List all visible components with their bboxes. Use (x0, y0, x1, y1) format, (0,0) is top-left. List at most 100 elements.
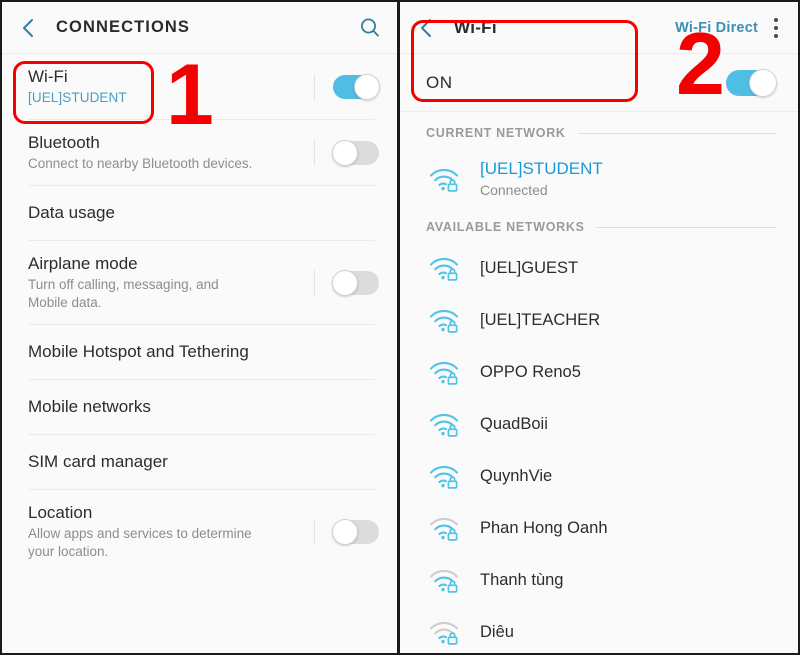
wifi-secured-icon (428, 164, 460, 194)
back-arrow-icon[interactable] (414, 15, 440, 41)
connections-appbar: CONNECTIONS (2, 2, 397, 54)
row-texts: Airplane mode Turn off calling, messagin… (28, 241, 298, 324)
section-header-label: AVAILABLE NETWORKS (426, 220, 585, 234)
network-row[interactable]: QuadBoii (400, 398, 798, 450)
row-texts: Mobile Hotspot and Tethering (28, 329, 379, 375)
wifi-secured-icon (428, 305, 460, 335)
section-header-current-network: CURRENT NETWORK (400, 118, 798, 148)
wifi-appbar: Wi-Fi Wi-Fi Direct (400, 2, 798, 54)
toggle-knob (354, 73, 380, 100)
toggle-knob (332, 269, 358, 296)
airplane-mode-toggle[interactable] (332, 269, 379, 296)
network-row[interactable]: Thanh tùng (400, 554, 798, 606)
wifi-secured-icon (428, 461, 460, 491)
network-name: [UEL]TEACHER (480, 311, 601, 329)
section-rule (596, 226, 776, 228)
row-subtitle: Connect to nearby Bluetooth devices. (28, 156, 253, 171)
network-texts: [UEL]GUEST (480, 251, 778, 285)
network-name: QuadBoii (480, 415, 548, 433)
row-title: Location (28, 503, 93, 522)
settings-row-airplane-mode[interactable]: Airplane mode Turn off calling, messagin… (2, 241, 397, 324)
toggle-area (298, 73, 380, 100)
bluetooth-toggle[interactable] (332, 139, 379, 166)
toggle-knob (332, 139, 358, 166)
settings-row-bluetooth[interactable]: Bluetooth Connect to nearby Bluetooth de… (2, 120, 397, 185)
row-title: Mobile networks (28, 397, 151, 416)
connections-screen: CONNECTIONS Wi-Fi [UEL]STUDENT Bluetooth… (2, 2, 400, 653)
settings-row-mobile-hotspot[interactable]: Mobile Hotspot and Tethering (2, 325, 397, 379)
back-arrow-icon[interactable] (16, 15, 42, 41)
wifi-toggle[interactable] (333, 73, 380, 100)
settings-row-wifi[interactable]: Wi-Fi [UEL]STUDENT (2, 54, 397, 119)
connections-list: Wi-Fi [UEL]STUDENT Bluetooth Connect to … (2, 54, 397, 573)
toggle-separator (314, 73, 315, 100)
search-icon[interactable] (357, 15, 383, 41)
page-title: Wi-Fi (454, 17, 497, 37)
network-row-current[interactable]: [UEL]STUDENT Connected (400, 148, 798, 210)
network-row[interactable]: OPPO Reno5 (400, 346, 798, 398)
row-texts: Bluetooth Connect to nearby Bluetooth de… (28, 120, 298, 185)
settings-row-data-usage[interactable]: Data usage (2, 186, 397, 240)
row-texts: Data usage (28, 190, 379, 236)
network-row[interactable]: [UEL]TEACHER (400, 294, 798, 346)
network-texts: Phan Hong Oanh (480, 511, 778, 545)
dual-screenshot-container: CONNECTIONS Wi-Fi [UEL]STUDENT Bluetooth… (0, 0, 800, 655)
row-title: Bluetooth (28, 133, 100, 152)
wifi-secured-icon (428, 513, 460, 543)
row-subtitle: [UEL]STUDENT (28, 90, 127, 105)
wifi-secured-icon (428, 409, 460, 439)
row-subtitle: Turn off calling, messaging, and Mobile … (28, 277, 219, 310)
wifi-secured-icon (428, 617, 460, 647)
wifi-secured-icon (428, 253, 460, 283)
row-texts: Location Allow apps and services to dete… (28, 490, 298, 573)
location-toggle[interactable] (332, 518, 379, 545)
row-title: Mobile Hotspot and Tethering (28, 342, 249, 361)
wifi-secured-icon (428, 565, 460, 595)
network-name: OPPO Reno5 (480, 363, 581, 381)
wifi-power-label: ON (426, 72, 453, 92)
network-name: QuynhVie (480, 467, 553, 485)
network-texts: Diêu (480, 615, 778, 649)
network-texts: QuadBoii (480, 407, 778, 441)
row-title: SIM card manager (28, 452, 168, 471)
wifi-power-row: ON (400, 54, 798, 112)
toggle-knob (749, 68, 777, 97)
network-row[interactable]: QuynhVie (400, 450, 798, 502)
toggle-area (298, 139, 379, 166)
toggle-separator (314, 139, 315, 166)
row-title: Airplane mode (28, 254, 138, 273)
network-name: Thanh tùng (480, 571, 564, 589)
row-texts: Mobile networks (28, 384, 379, 430)
network-status: Connected (480, 182, 548, 198)
settings-row-location[interactable]: Location Allow apps and services to dete… (2, 490, 397, 573)
section-rule (577, 132, 776, 134)
network-texts: Thanh tùng (480, 563, 778, 597)
network-name: [UEL]GUEST (480, 259, 579, 277)
network-row[interactable]: Phan Hong Oanh (400, 502, 798, 554)
wifi-secured-icon (428, 357, 460, 387)
wifi-direct-button[interactable]: Wi-Fi Direct (675, 20, 758, 36)
settings-row-sim-card-manager[interactable]: SIM card manager (2, 435, 397, 489)
row-title: Wi-Fi (28, 67, 68, 86)
wifi-screen: Wi-Fi Wi-Fi Direct ON CURRENT NETWORK [U… (400, 2, 798, 653)
toggle-separator (314, 518, 315, 545)
row-texts: Wi-Fi [UEL]STUDENT (28, 54, 298, 119)
network-row[interactable]: [UEL]GUEST (400, 242, 798, 294)
wifi-power-toggle[interactable] (726, 68, 777, 97)
toggle-area (298, 269, 379, 296)
page-title: CONNECTIONS (56, 18, 191, 36)
toggle-separator (314, 269, 315, 296)
network-name: Phan Hong Oanh (480, 519, 608, 537)
network-texts: [UEL]TEACHER (480, 303, 778, 337)
row-title: Data usage (28, 203, 115, 222)
settings-row-mobile-networks[interactable]: Mobile networks (2, 380, 397, 434)
row-subtitle: Allow apps and services to determine you… (28, 526, 252, 559)
toggle-area (298, 518, 379, 545)
section-header-available-networks: AVAILABLE NETWORKS (400, 212, 798, 242)
network-row[interactable]: Diêu (400, 606, 798, 653)
network-texts: QuynhVie (480, 459, 778, 493)
toggle-knob (332, 518, 358, 545)
network-texts: [UEL]STUDENT Connected (480, 152, 778, 206)
network-name: Diêu (480, 623, 514, 641)
more-options-icon[interactable] (774, 16, 780, 40)
